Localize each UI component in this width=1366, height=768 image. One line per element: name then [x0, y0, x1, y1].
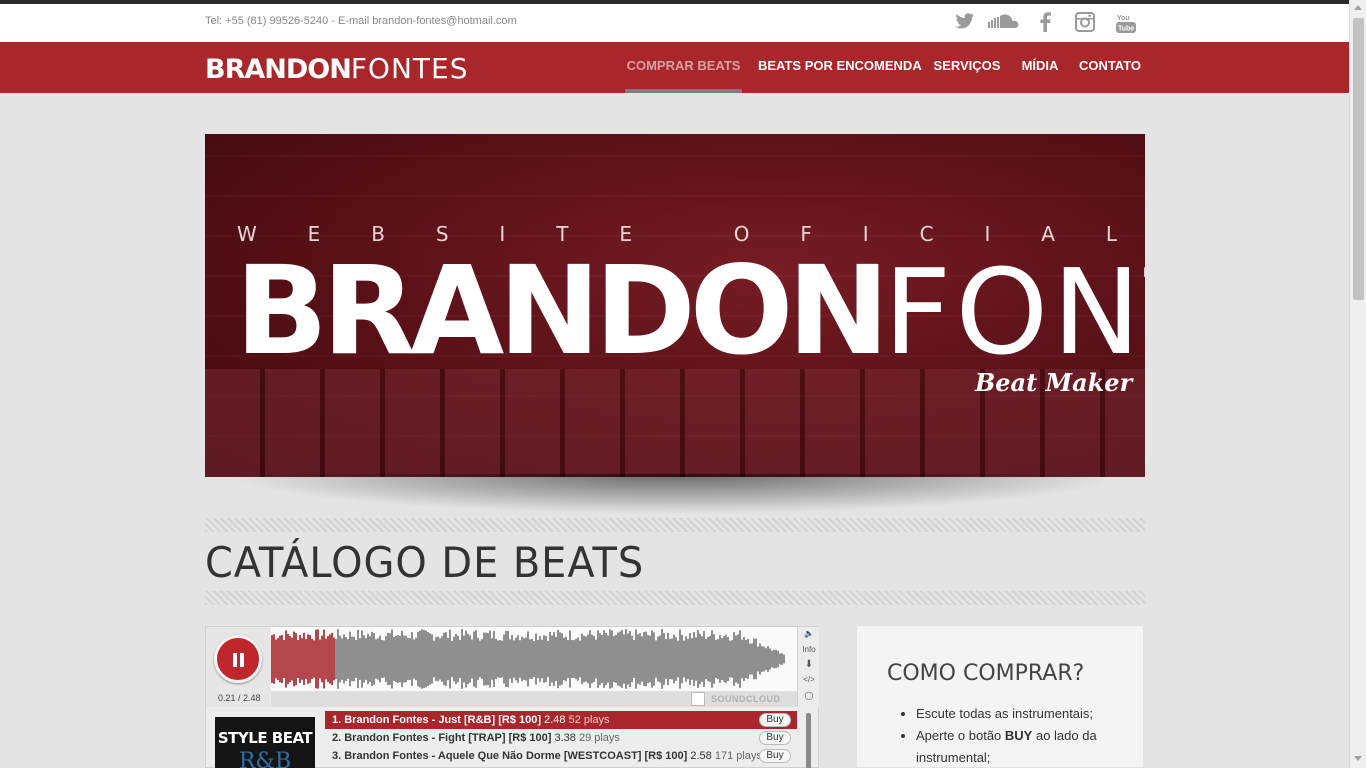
main-navbar: BRANDONFONTES COMPRAR BEATS BEATS POR EN…	[0, 42, 1349, 93]
hero-banner: W E B S I T E O F I C I A L BRANDONFONTE…	[205, 134, 1145, 477]
timecode: 0.21 / 2.48	[218, 693, 261, 703]
track-item[interactable]: 1. Brandon Fontes - Just [R&B] [R$ 100] …	[325, 711, 797, 729]
twitter-icon[interactable]	[955, 12, 977, 34]
scroll-down-icon[interactable]	[1354, 756, 1362, 761]
svg-text:Tube: Tube	[1118, 26, 1134, 33]
banner-shadow	[225, 474, 1125, 514]
soundcloud-icon[interactable]	[988, 12, 1024, 34]
list-item: Escute todas as instrumentais;	[916, 703, 1126, 725]
track-item[interactable]: 3. Brandon Fontes - Aquele Que Não Dorme…	[325, 747, 797, 765]
play-area: 0.21 / 2.48	[206, 627, 270, 707]
logo-part1: BRANDON	[205, 54, 352, 85]
pause-button[interactable]	[214, 635, 262, 683]
soundcloud-player: 0.21 / 2.48 SOUNDCLOUD 🔈 Info ⬇ </> ◯ ST…	[205, 626, 819, 768]
facebook-icon[interactable]	[1039, 12, 1053, 34]
tracklist-scrollbar[interactable]	[806, 713, 811, 768]
nav-contato[interactable]: CONTATO	[1077, 42, 1143, 93]
scroll-up-icon[interactable]	[1354, 5, 1362, 10]
banner-subtitle: Beat Maker	[975, 368, 1133, 397]
section-title: CATÁLOGO DE BEATS	[205, 538, 645, 587]
album-cover[interactable]: STYLE BEAT R&B	[215, 717, 315, 768]
volume-icon[interactable]: 🔈	[798, 629, 820, 638]
embed-icon[interactable]: </>	[798, 675, 820, 684]
divider-bottom	[205, 591, 1145, 605]
track-list: STYLE BEAT R&B 1. Brandon Fontes - Just …	[206, 711, 818, 768]
nav-midia[interactable]: MÍDIA	[1019, 42, 1061, 93]
how-to-buy-panel: COMO COMPRAR? Escute todas as instrument…	[856, 625, 1144, 768]
top-bar: Tel: +55 (81) 99526-5240 - E-mail brando…	[0, 4, 1349, 42]
buy-button[interactable]: Buy	[759, 731, 791, 745]
scrollbar-thumb[interactable]	[1353, 18, 1364, 300]
comment-icon[interactable]: ◯	[798, 691, 820, 700]
divider-top	[205, 518, 1145, 532]
nav-servicos[interactable]: SERVIÇOS	[932, 42, 1002, 93]
youtube-icon[interactable]: You Tube	[1115, 12, 1137, 34]
panel-title: COMO COMPRAR?	[887, 661, 1085, 686]
buy-button[interactable]: Buy	[759, 713, 791, 727]
avatar[interactable]	[691, 692, 705, 706]
soundcloud-logo[interactable]: SOUNDCLOUD	[711, 694, 781, 704]
page-scrollbar[interactable]	[1349, 0, 1366, 768]
waveform-footer: SOUNDCLOUD	[271, 691, 797, 707]
instagram-icon[interactable]	[1075, 12, 1097, 34]
waveform[interactable]	[271, 627, 797, 691]
waveform-graphic	[271, 629, 785, 689]
info-button[interactable]: Info	[798, 645, 820, 654]
list-item: Aperte o botão BUY ao lado da instrument…	[916, 725, 1126, 768]
pause-icon	[233, 653, 237, 667]
buy-button[interactable]: Buy	[759, 749, 791, 763]
nav-beats-por-encomenda[interactable]: BEATS POR ENCOMENDA	[758, 42, 922, 93]
download-icon[interactable]: ⬇	[798, 659, 820, 670]
contact-info: Tel: +55 (81) 99526-5240 - E-mail brando…	[205, 15, 517, 27]
player-tools: 🔈 Info ⬇ </> ◯	[797, 627, 819, 707]
nav-comprar-beats[interactable]: COMPRAR BEATS	[625, 42, 742, 93]
svg-text:You: You	[1117, 15, 1130, 22]
site-logo[interactable]: BRANDONFONTES	[205, 52, 469, 85]
how-to-buy-list: Escute todas as instrumentais; Aperte o …	[916, 703, 1126, 768]
logo-part2: FONTES	[350, 52, 469, 85]
track-item[interactable]: 2. Brandon Fontes - Fight [TRAP] [R$ 100…	[325, 729, 797, 747]
